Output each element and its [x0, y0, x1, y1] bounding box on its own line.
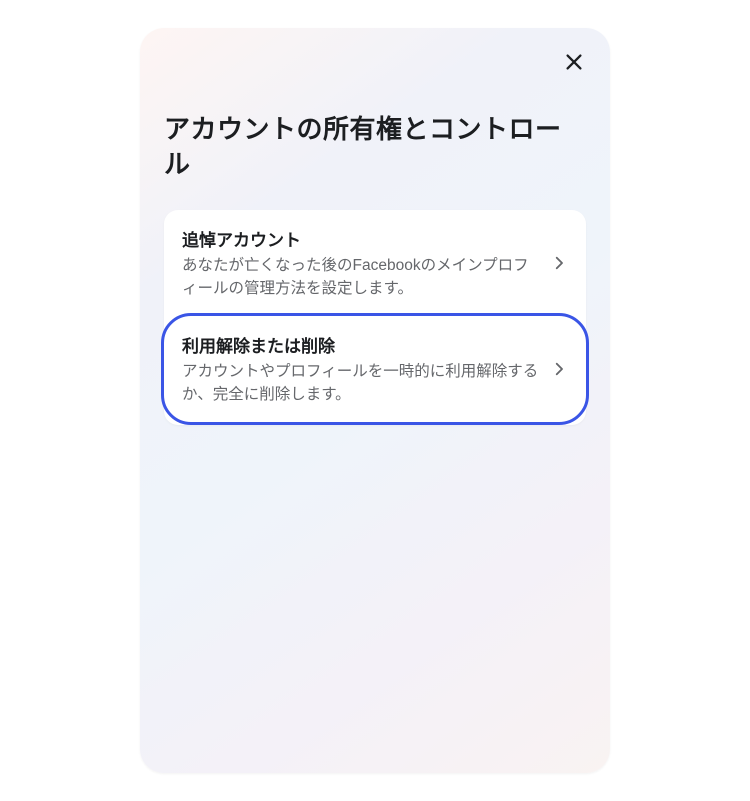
item-text-group: 追悼アカウント あなたが亡くなった後のFacebookのメインプロフィールの管理…	[182, 226, 550, 300]
deactivation-deletion-item[interactable]: 利用解除または削除 アカウントやプロフィールを一時的に利用解除するか、完全に削除…	[161, 313, 589, 425]
memorialization-item[interactable]: 追悼アカウント あなたが亡くなった後のFacebookのメインプロフィールの管理…	[164, 210, 586, 316]
item-description: アカウントやプロフィールを一時的に利用解除するか、完全に削除します。	[182, 361, 542, 406]
item-title: 追悼アカウント	[182, 226, 542, 251]
chevron-right-icon	[550, 254, 568, 272]
item-text-group: 利用解除または削除 アカウントやプロフィールを一時的に利用解除するか、完全に削除…	[182, 332, 550, 406]
close-icon	[563, 51, 585, 78]
item-title: 利用解除または削除	[182, 332, 542, 357]
chevron-right-icon	[550, 360, 568, 378]
page-title: アカウントの所有権とコントロール	[164, 112, 586, 182]
settings-panel: アカウントの所有権とコントロール 追悼アカウント あなたが亡くなった後のFace…	[140, 28, 610, 773]
item-description: あなたが亡くなった後のFacebookのメインプロフィールの管理方法を設定します…	[182, 255, 542, 300]
close-button[interactable]	[558, 48, 590, 80]
options-card: 追悼アカウント あなたが亡くなった後のFacebookのメインプロフィールの管理…	[164, 210, 586, 425]
